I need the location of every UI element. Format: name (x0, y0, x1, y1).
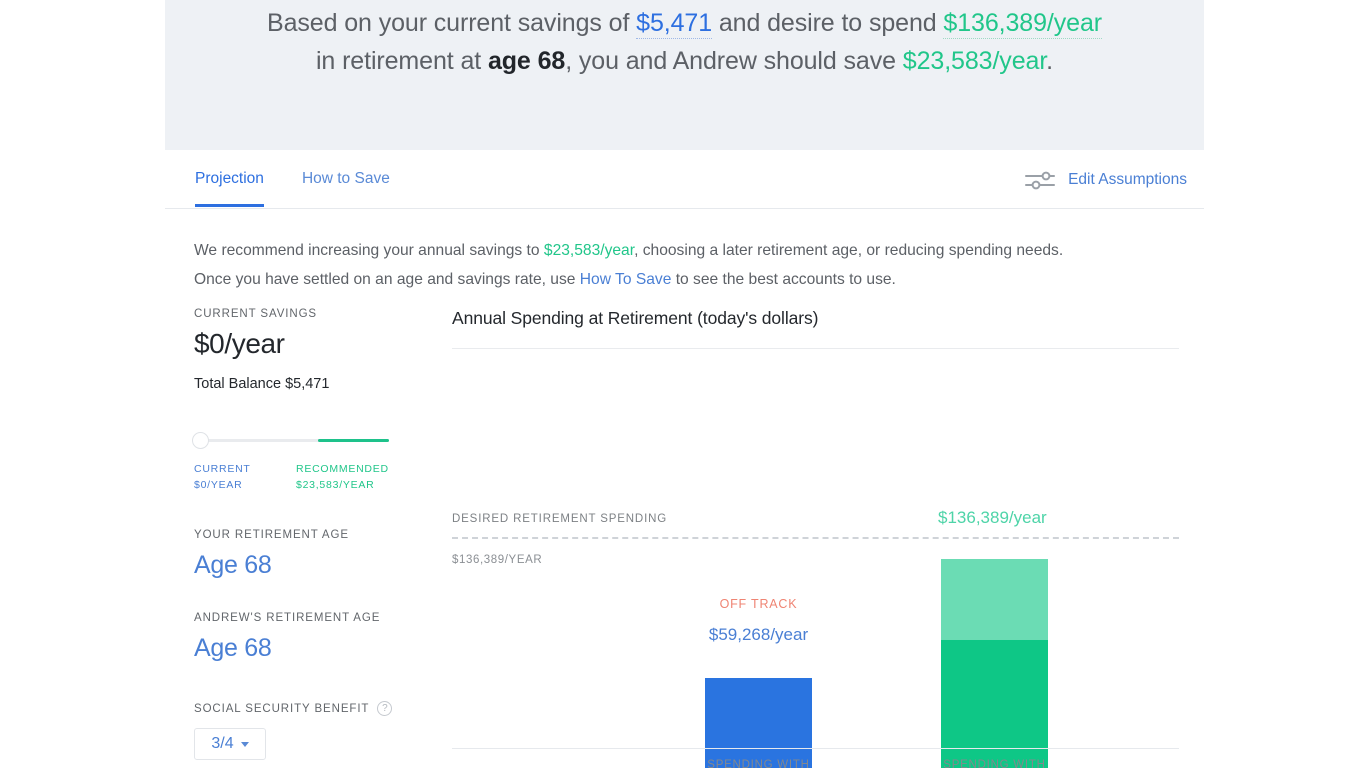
x-axis-label-current: SPENDING WITH CURRENT SAVINGS (665, 757, 852, 768)
slider-current-group: CURRENT $0/YEAR (194, 461, 251, 493)
bar-recommended-savings[interactable] (941, 559, 1048, 768)
chart-baseline (452, 748, 1179, 749)
social-security-dropdown[interactable]: 3/4 (194, 728, 266, 760)
tab-how-to-save[interactable]: How to Save (302, 150, 390, 206)
app-root: Based on your current savings of $5,471 … (0, 0, 1366, 768)
banner-text-part5: . (1046, 47, 1054, 75)
desired-spending-label: DESIRED RETIREMENT SPENDING (452, 513, 668, 525)
partner-retirement-age-value[interactable]: Age 68 (194, 634, 434, 663)
edit-assumptions-label: Edit Assumptions (1068, 171, 1187, 188)
summary-banner-text: Based on your current savings of $5,471 … (235, 4, 1135, 80)
chart-plot-area: DESIRED RETIREMENT SPENDING $136,389/yea… (452, 353, 1179, 768)
your-retirement-age-label: YOUR RETIREMENT AGE (194, 529, 349, 541)
banner-text-part2: and desire to spend (712, 9, 944, 37)
summary-banner: Based on your current savings of $5,471 … (165, 0, 1204, 150)
your-retirement-age-section: YOUR RETIREMENT AGE Age 68 (194, 529, 434, 580)
chart-title-divider (452, 348, 1179, 349)
banner-current-savings[interactable]: $5,471 (636, 9, 712, 39)
bar-segment-likely (941, 559, 1048, 640)
desired-spending-value: $136,389/year (938, 508, 1047, 527)
current-savings-bar-value: $59,268/year (708, 625, 809, 644)
banner-age: age 68 (487, 47, 566, 75)
slider-handle[interactable] (192, 432, 209, 449)
social-security-section: SOCIAL SECURITY BENEFIT ? 3/4 (194, 701, 434, 760)
tab-projection[interactable]: Projection (195, 150, 264, 207)
slider-recommended-group: RECOMMENDED $23,583/YEAR (296, 461, 389, 493)
recommendation-amount: $23,583/year (543, 242, 635, 259)
tab-bar: Projection How to Save Edit Assumptions (165, 150, 1204, 209)
tab-list: Projection How to Save (195, 150, 390, 207)
chart-title: Annual Spending at Retirement (today's d… (452, 308, 819, 328)
social-security-value: 3/4 (211, 735, 234, 752)
recommendation-line1-part2: , choosing a later retirement age, or re… (634, 242, 1064, 259)
axis-value-label: $136,389/YEAR (452, 554, 543, 566)
chevron-down-icon (240, 741, 249, 747)
your-retirement-age-value[interactable]: Age 68 (194, 551, 434, 580)
social-security-header: SOCIAL SECURITY BENEFIT ? (194, 701, 434, 716)
slider-recommended-range (318, 439, 389, 442)
current-savings-section: CURRENT SAVINGS $0/year Total Balance $5… (194, 308, 434, 392)
assumptions-sidebar: CURRENT SAVINGS $0/year Total Balance $5… (192, 308, 434, 760)
slider-current-label: CURRENT (194, 463, 251, 475)
slider-recommended-label: RECOMMENDED (296, 463, 389, 475)
banner-text-part4: , you and Andrew should save (565, 47, 903, 75)
help-icon[interactable]: ? (377, 701, 393, 716)
x-axis-label-recommended-line1: SPENDING WITH (943, 759, 1046, 768)
sliders-icon (1024, 169, 1056, 191)
edit-assumptions-button[interactable]: Edit Assumptions (1024, 169, 1187, 191)
x-axis-label-current-line1: SPENDING WITH (707, 759, 810, 768)
slider-current-value: $0/YEAR (194, 479, 243, 491)
banner-text-part1: Based on your current savings of (267, 9, 637, 37)
recommendation-line1-part1: We recommend increasing your annual savi… (194, 242, 544, 259)
desired-spending-reference-line (452, 537, 1179, 539)
status-badge: OFF TRACK (719, 597, 798, 611)
how-to-save-link[interactable]: How To Save (580, 271, 672, 288)
recommendation-line2-part2: to see the best accounts to use. (671, 271, 896, 288)
banner-desired-spending[interactable]: $136,389/year (943, 9, 1102, 39)
savings-slider[interactable] (192, 432, 389, 450)
current-savings-value: $0/year (194, 328, 285, 359)
x-axis-label-recommended: SPENDING WITH RECOMMENDED SAVINGS (881, 757, 1108, 768)
partner-retirement-age-section: ANDREW'S RETIREMENT AGE Age 68 (194, 612, 434, 663)
retirement-spending-chart: Annual Spending at Retirement (today's d… (452, 308, 1179, 768)
current-savings-label: CURRENT SAVINGS (194, 308, 317, 320)
recommendation-text: We recommend increasing your annual savi… (194, 236, 1174, 294)
partner-retirement-age-label: ANDREW'S RETIREMENT AGE (194, 612, 381, 624)
slider-recommended-value: $23,583/YEAR (296, 479, 375, 491)
banner-text-part3: in retirement at (315, 47, 488, 75)
social-security-label: SOCIAL SECURITY BENEFIT (194, 702, 370, 715)
bar-current-savings[interactable] (705, 678, 812, 768)
total-balance-value: Total Balance $5,471 (194, 376, 330, 392)
recommendation-line2-part1: Once you have settled on an age and savi… (194, 271, 580, 288)
banner-recommended-savings: $23,583/year (902, 47, 1047, 75)
slider-legend: CURRENT $0/YEAR RECOMMENDED $23,583/YEAR (194, 461, 389, 495)
